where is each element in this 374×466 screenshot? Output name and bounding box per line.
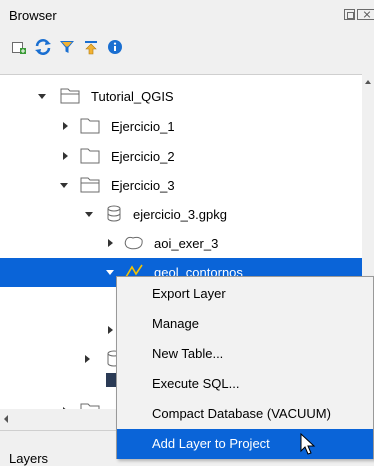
filter-button[interactable] [56, 36, 78, 58]
tree-item-label: Ejercicio_2 [111, 149, 175, 164]
menu-item-label: Compact Database (VACUUM) [152, 406, 331, 421]
tree-item-label: Ejercicio_1 [111, 119, 175, 134]
browser-panel-titlebar: Browser [0, 0, 374, 30]
browser-toolbar [0, 36, 374, 60]
tree-item-tutorial-qgis[interactable]: Tutorial_QGIS [0, 82, 362, 111]
add-selected-layers-icon [12, 42, 26, 54]
collapse-all-button[interactable] [80, 36, 102, 58]
tree-item-ejercicio-2[interactable]: Ejercicio_2 [0, 142, 362, 171]
menu-item-add-layer-to-project[interactable]: Add Layer to Project [117, 429, 373, 459]
mouse-cursor-icon [300, 433, 316, 455]
tree-item-aoi-exer-3[interactable]: aoi_exer_3 [0, 229, 362, 258]
expand-arrow-icon[interactable] [85, 212, 93, 217]
expand-arrow-icon[interactable] [60, 183, 68, 188]
info-icon [108, 40, 122, 54]
menu-item-execute-sql[interactable]: Execute SQL... [117, 369, 373, 399]
collapsed-arrow-icon[interactable] [108, 239, 113, 247]
collapsed-arrow-icon[interactable] [63, 152, 68, 160]
open-folder-icon [80, 177, 100, 193]
close-panel-button[interactable] [357, 9, 374, 20]
expand-arrow-icon[interactable] [106, 270, 114, 275]
refresh-icon [35, 39, 51, 55]
tree-item-label: Tutorial_QGIS [91, 89, 174, 104]
scroll-up-icon[interactable] [365, 80, 371, 84]
menu-item-compact-database[interactable]: Compact Database (VACUUM) [117, 399, 373, 429]
tree-item-label: Ejercicio_3 [111, 178, 175, 193]
properties-button[interactable] [104, 36, 126, 58]
menu-item-label: Manage [152, 316, 199, 331]
add-selected-layers-button[interactable] [8, 36, 30, 58]
menu-item-label: Execute SQL... [152, 376, 240, 391]
tree-item-ejercicio-3[interactable]: Ejercicio_3 [0, 171, 362, 200]
open-folder-icon [60, 88, 80, 104]
menu-item-export-layer[interactable]: Export Layer [117, 279, 373, 309]
folder-icon [80, 118, 100, 134]
menu-item-label: New Table... [152, 346, 224, 361]
panel-title: Browser [9, 8, 57, 23]
tree-item-gpkg[interactable]: ejercicio_3.gpkg [0, 200, 362, 229]
database-icon [107, 205, 121, 222]
expand-arrow-icon[interactable] [38, 94, 46, 99]
collapsed-arrow-icon[interactable] [85, 355, 90, 363]
collapse-all-icon [85, 41, 97, 55]
scroll-left-icon[interactable] [4, 415, 8, 423]
tree-item-label: ejercicio_3.gpkg [133, 207, 227, 222]
menu-item-label: Export Layer [152, 286, 226, 301]
context-menu: Export Layer Manage New Table... Execute… [116, 276, 374, 459]
collapsed-arrow-icon[interactable] [108, 326, 113, 334]
folder-icon [80, 148, 100, 164]
tree-item-label: aoi_exer_3 [154, 236, 219, 251]
refresh-button[interactable] [32, 36, 54, 58]
polygon-layer-icon [124, 236, 143, 250]
collapsed-arrow-icon[interactable] [63, 122, 68, 130]
float-panel-button[interactable] [344, 9, 355, 20]
menu-item-label: Add Layer to Project [152, 436, 270, 451]
menu-item-manage[interactable]: Manage [117, 309, 373, 339]
tree-item-ejercicio-1[interactable]: Ejercicio_1 [0, 112, 362, 141]
menu-item-new-table[interactable]: New Table... [117, 339, 373, 369]
filter-icon [60, 41, 74, 53]
